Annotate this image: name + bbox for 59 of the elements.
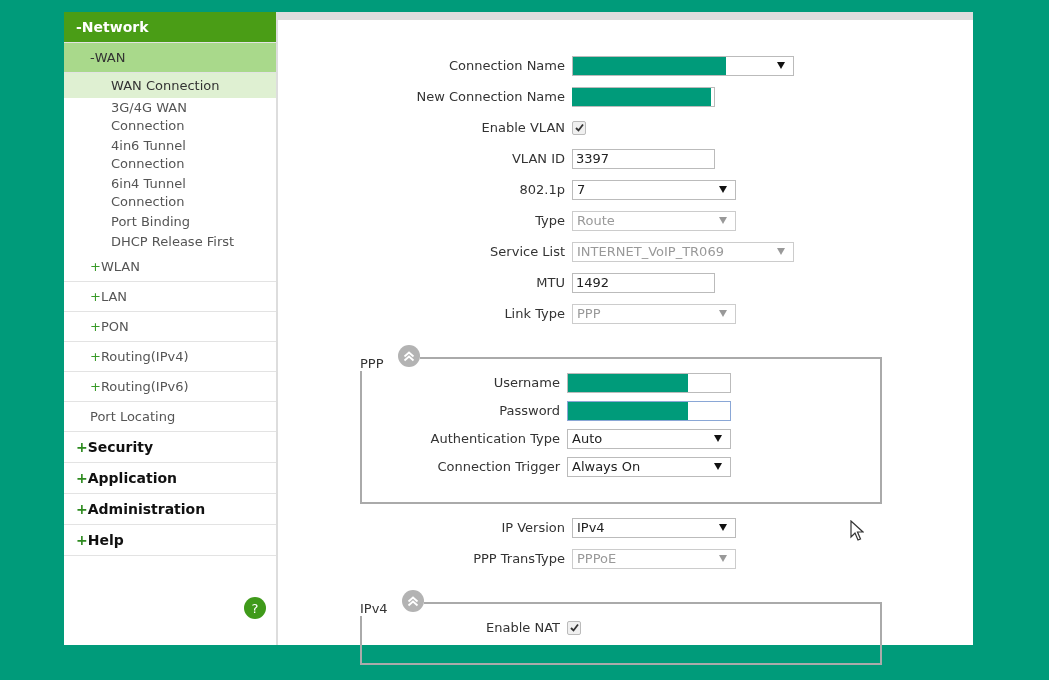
dropdown[interactable]: IPv4 — [572, 517, 736, 538]
input-field[interactable] — [567, 400, 731, 421]
field-label: Type — [534, 213, 565, 228]
field-label: VLAN ID — [510, 151, 565, 166]
sidebar-item[interactable]: +Routing(IPv6) — [64, 372, 276, 402]
caret-icon — [714, 435, 722, 442]
field-label: Username — [492, 375, 560, 390]
field-label: Password — [498, 403, 560, 418]
caret-icon — [777, 62, 785, 69]
field-label: Enable NAT — [485, 620, 560, 635]
input-field[interactable] — [567, 372, 731, 393]
sidebar-item[interactable]: +Help — [64, 525, 276, 556]
field-label: PPP TransType — [472, 551, 565, 566]
field-label: MTU — [535, 275, 565, 290]
field-label: Enable VLAN — [480, 120, 565, 135]
collapse-icon[interactable] — [397, 345, 420, 367]
sidebar-item[interactable]: 6in4 Tunnel Connection — [64, 174, 276, 212]
sidebar-item[interactable]: Port Binding — [64, 212, 276, 232]
checkbox[interactable] — [567, 620, 581, 635]
caret-icon — [719, 555, 727, 562]
sidebar-item[interactable]: Port Locating — [64, 402, 276, 432]
sidebar-item[interactable]: +Application — [64, 463, 276, 494]
field-label: New Connection Name — [415, 89, 565, 104]
caret-icon — [719, 310, 727, 317]
dropdown[interactable]: Always On — [567, 456, 731, 477]
checkbox[interactable] — [572, 120, 586, 135]
field-label: Connection Trigger — [436, 459, 560, 474]
section-title: PPP — [360, 356, 384, 371]
sidebar-item[interactable]: +PON — [64, 312, 276, 342]
caret-icon — [719, 186, 727, 193]
sidebar-item[interactable]: +WLAN — [64, 252, 276, 282]
sidebar-item[interactable]: DHCP Release First — [64, 232, 276, 252]
field-label: 802.1p — [518, 182, 565, 197]
caret-icon — [714, 463, 722, 470]
cursor-icon — [850, 520, 864, 542]
section-title: IPv4 — [360, 601, 388, 616]
field-label: Authentication Type — [429, 431, 560, 446]
sidebar-item[interactable]: +Security — [64, 432, 276, 463]
input-field[interactable]: 1492 — [572, 272, 715, 293]
field-label: Connection Name — [447, 58, 565, 73]
caret-icon — [719, 217, 727, 224]
field-label: Link Type — [503, 306, 565, 321]
dropdown[interactable] — [572, 55, 794, 76]
caret-icon — [719, 524, 727, 531]
sidebar-item[interactable]: 3G/4G WAN Connection — [64, 98, 276, 136]
sidebar-item[interactable]: 4in6 Tunnel Connection — [64, 136, 276, 174]
collapse-icon[interactable] — [401, 590, 424, 612]
sidebar-item[interactable]: +LAN — [64, 282, 276, 312]
help-button[interactable]: ? — [244, 597, 266, 619]
dropdown[interactable]: Auto — [567, 428, 731, 449]
sidebar-item[interactable]: +Administration — [64, 494, 276, 525]
caret-icon — [777, 248, 785, 255]
sidebar-item[interactable]: WAN Connection — [64, 73, 276, 98]
field-label: IP Version — [500, 520, 565, 535]
sidebar-item[interactable]: +Routing(IPv4) — [64, 342, 276, 372]
sidebar-item[interactable]: -WAN — [64, 43, 276, 73]
input-field[interactable]: 3397 — [572, 148, 715, 169]
field-label: Service List — [489, 244, 565, 259]
dropdown[interactable]: 7 — [572, 179, 736, 200]
